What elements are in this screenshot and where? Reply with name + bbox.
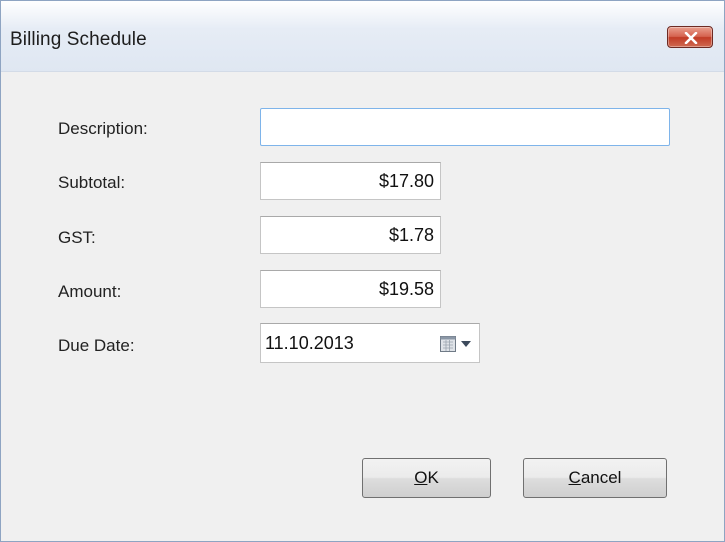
ok-button-label: OK bbox=[414, 468, 439, 487]
subtotal-field[interactable]: $17.80 bbox=[260, 162, 441, 200]
ok-button[interactable]: OK bbox=[362, 458, 491, 498]
close-button[interactable] bbox=[667, 26, 713, 48]
cancel-button[interactable]: Cancel bbox=[523, 458, 667, 498]
title-bar[interactable]: Billing Schedule bbox=[1, 1, 724, 72]
due-date-picker[interactable]: 11.10.2013 bbox=[260, 323, 480, 363]
amount-field[interactable]: $19.58 bbox=[260, 270, 441, 308]
calendar-dropdown-button[interactable] bbox=[439, 335, 473, 353]
description-label: Description: bbox=[58, 119, 148, 138]
billing-schedule-dialog: Billing Schedule Description: Subtotal: … bbox=[0, 0, 725, 542]
chevron-down-icon bbox=[461, 341, 471, 347]
amount-label: Amount: bbox=[58, 282, 122, 301]
gst-field[interactable]: $1.78 bbox=[260, 216, 441, 254]
due-date-value: 11.10.2013 bbox=[265, 333, 354, 353]
description-input[interactable] bbox=[260, 108, 670, 146]
window-title: Billing Schedule bbox=[10, 29, 147, 50]
dialog-content: Description: Subtotal: $17.80 GST: $1.78… bbox=[1, 72, 724, 541]
calendar-icon bbox=[440, 336, 456, 352]
due-date-label: Due Date: bbox=[58, 336, 135, 355]
close-icon bbox=[684, 32, 698, 44]
cancel-button-label: Cancel bbox=[568, 468, 622, 487]
subtotal-label: Subtotal: bbox=[58, 173, 126, 192]
gst-label: GST: bbox=[58, 228, 96, 247]
